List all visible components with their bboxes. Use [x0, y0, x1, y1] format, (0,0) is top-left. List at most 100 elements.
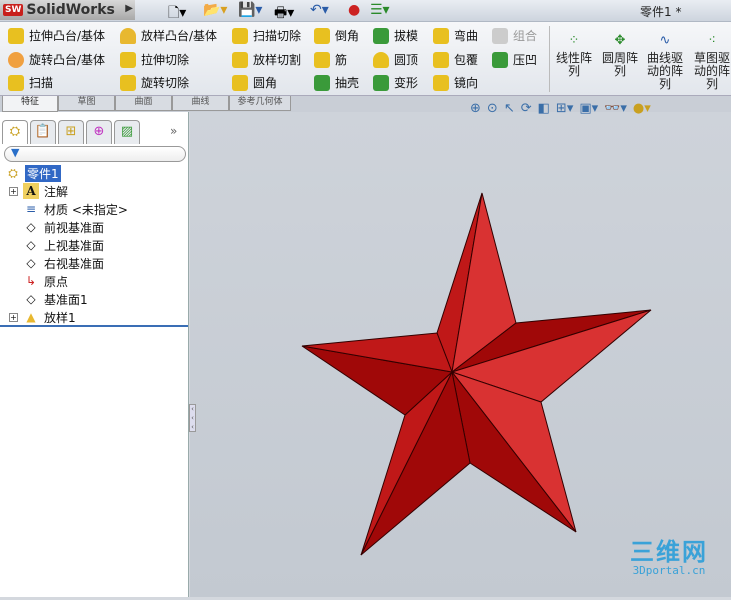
watermark: 三维网 3Dportal.cn	[630, 538, 708, 577]
zoom-area-icon[interactable]: ⊙	[487, 101, 498, 116]
tab-surfaces[interactable]: 曲面	[115, 96, 172, 111]
flex-icon	[433, 27, 449, 44]
heads-up-view-toolbar: ⊕ ⊙ ↖ ⟳ ◧ ⊞▾ ▣▾ 👓▾ ●▾	[470, 101, 651, 116]
tree-item-right-plane[interactable]: ◇ 右视基准面	[0, 254, 188, 272]
extruded-cut-icon	[120, 51, 136, 68]
solidworks-menu-button[interactable]: SW SolidWorks ▶	[0, 0, 135, 20]
feature-manager-panel: ⛭ 📋 ⊞ ⊕ ▨ » ▼ ⛭ 零件1 + A 注解 ≡ 材质 <未指定> ◇ 前视基准面…	[0, 112, 189, 597]
curve-driven-pattern-button[interactable]: ∿ 曲线驱动的阵列	[643, 34, 687, 91]
view-orientation-icon[interactable]: ⊞▾	[556, 101, 573, 116]
options-icon[interactable]: ☰▾	[370, 2, 390, 18]
feature-tree-icon: ⛭	[9, 124, 21, 139]
circular-pattern-button[interactable]: ✥ 圆周阵列	[598, 34, 642, 78]
tree-item-loft1[interactable]: + ▲ 放样1	[0, 308, 188, 326]
star-model	[301, 192, 652, 556]
tree-item-top-plane[interactable]: ◇ 上视基准面	[0, 236, 188, 254]
display-style-icon[interactable]: ▣▾	[579, 101, 598, 116]
more-tabs-icon[interactable]: »	[170, 124, 177, 138]
tree-root-part[interactable]: ⛭ 零件1	[0, 164, 188, 182]
revolved-boss-button[interactable]: 旋转凸台/基体	[8, 51, 105, 68]
plane-icon: ◇	[26, 292, 36, 306]
swept-cut-icon	[232, 27, 248, 44]
save-icon[interactable]: 💾▾	[238, 2, 262, 18]
expand-icon[interactable]: +	[9, 187, 18, 196]
tab-features[interactable]: 特征	[2, 96, 58, 112]
plane-icon: ◇	[26, 256, 36, 270]
rib-button[interactable]: 筋	[314, 51, 347, 68]
tree-item-annotations[interactable]: + A 注解	[0, 182, 188, 200]
plane-icon: ◇	[26, 220, 36, 234]
lofted-cut-icon	[232, 51, 248, 68]
draft-button[interactable]: 拔模	[373, 27, 418, 44]
display-manager-tab[interactable]: ▨	[114, 120, 140, 144]
curve-pattern-icon: ∿	[659, 33, 671, 48]
sketch-driven-pattern-button[interactable]: ⁖ 草图驱动的阵列	[690, 34, 731, 91]
rib-icon	[314, 51, 330, 68]
dome-button[interactable]: 圆顶	[373, 51, 418, 68]
shell-icon	[314, 74, 330, 91]
previous-view-icon[interactable]: ↖	[504, 101, 515, 116]
rebuild-icon[interactable]: ●	[348, 2, 360, 18]
wrap-button[interactable]: 包覆	[433, 51, 478, 68]
origin-icon: ↳	[25, 274, 37, 288]
panel-splitter[interactable]: ‹ ‹ ‹	[189, 404, 196, 432]
linear-pattern-button[interactable]: ⁘ 线性阵列	[552, 34, 596, 78]
appearance-icon[interactable]: ●▾	[633, 101, 651, 116]
mirror-button[interactable]: 镜向	[433, 74, 478, 91]
deform-icon	[373, 74, 389, 91]
sketch-pattern-icon: ⁖	[708, 33, 716, 48]
property-manager-tab[interactable]: 📋	[30, 120, 56, 144]
extrude-icon	[8, 27, 24, 44]
circular-pattern-icon: ✥	[614, 33, 626, 48]
plane-icon: ◇	[26, 238, 36, 252]
flex-button[interactable]: 弯曲	[433, 27, 478, 44]
fillet-button[interactable]: 圆角	[232, 74, 277, 91]
chamfer-button[interactable]: 倒角	[314, 27, 359, 44]
tree-item-material[interactable]: ≡ 材质 <未指定>	[0, 200, 188, 218]
graphics-area[interactable]	[190, 112, 731, 597]
tab-curves[interactable]: 曲线	[172, 96, 229, 111]
crosshair-icon: ⊕	[93, 124, 105, 139]
tree-filter-input[interactable]: ▼	[4, 146, 186, 162]
deform-button[interactable]: 变形	[373, 74, 418, 91]
section-view-icon[interactable]: ◧	[538, 101, 550, 116]
lofted-cut-button[interactable]: 放样切割	[232, 51, 301, 68]
shell-button[interactable]: 抽壳	[314, 74, 359, 91]
tab-reference-geometry[interactable]: 参考几何体	[229, 96, 291, 111]
rotate-icon[interactable]: ⟳	[521, 101, 532, 116]
tree-item-front-plane[interactable]: ◇ 前视基准面	[0, 218, 188, 236]
combine-button[interactable]: 组合	[492, 27, 537, 44]
rollback-bar[interactable]	[0, 325, 188, 327]
tree-item-plane1[interactable]: ◇ 基准面1	[0, 290, 188, 308]
dimxpert-tab[interactable]: ⊕	[86, 120, 112, 144]
extruded-cut-button[interactable]: 拉伸切除	[120, 51, 189, 68]
configuration-manager-tab[interactable]: ⊞	[58, 120, 84, 144]
configuration-icon: ⊞	[65, 124, 77, 139]
part-icon: ⛭	[8, 166, 18, 180]
tab-sketch[interactable]: 草图	[58, 96, 115, 111]
zoom-to-fit-icon[interactable]: ⊕	[470, 101, 481, 116]
tree-item-origin[interactable]: ↳ 原点	[0, 272, 188, 290]
open-icon[interactable]: 📂▾	[203, 2, 227, 18]
hide-show-icon[interactable]: 👓▾	[604, 101, 627, 116]
indent-button[interactable]: 压凹	[492, 51, 537, 68]
swept-cut-button[interactable]: 扫描切除	[232, 27, 301, 44]
feature-ribbon: 拉伸凸台/基体 旋转凸台/基体 扫描 放样凸台/基体 拉伸切除 旋转切除 扫描切…	[0, 22, 731, 96]
expand-icon[interactable]: +	[9, 313, 18, 322]
lofted-boss-button[interactable]: 放样凸台/基体	[120, 27, 217, 44]
fillet-icon	[232, 74, 248, 91]
indent-icon	[492, 51, 508, 68]
undo-icon[interactable]: ↶▾	[310, 2, 329, 18]
mirror-icon	[433, 74, 449, 91]
sweep-button[interactable]: 扫描	[8, 74, 53, 91]
loft-feature-icon: ▲	[26, 310, 36, 324]
feature-manager-tab[interactable]: ⛭	[2, 120, 28, 144]
revolved-cut-button[interactable]: 旋转切除	[120, 74, 189, 91]
wrap-icon	[433, 51, 449, 68]
linear-pattern-icon: ⁘	[568, 33, 580, 48]
dome-icon	[373, 51, 389, 68]
material-icon: ≡	[25, 202, 37, 216]
extruded-boss-button[interactable]: 拉伸凸台/基体	[8, 27, 105, 44]
feature-tree: ⛭ 零件1 + A 注解 ≡ 材质 <未指定> ◇ 前视基准面 ◇ 上视基准面 ◇ 右视基准面…	[0, 164, 188, 326]
filter-icon: ▼	[11, 146, 20, 159]
